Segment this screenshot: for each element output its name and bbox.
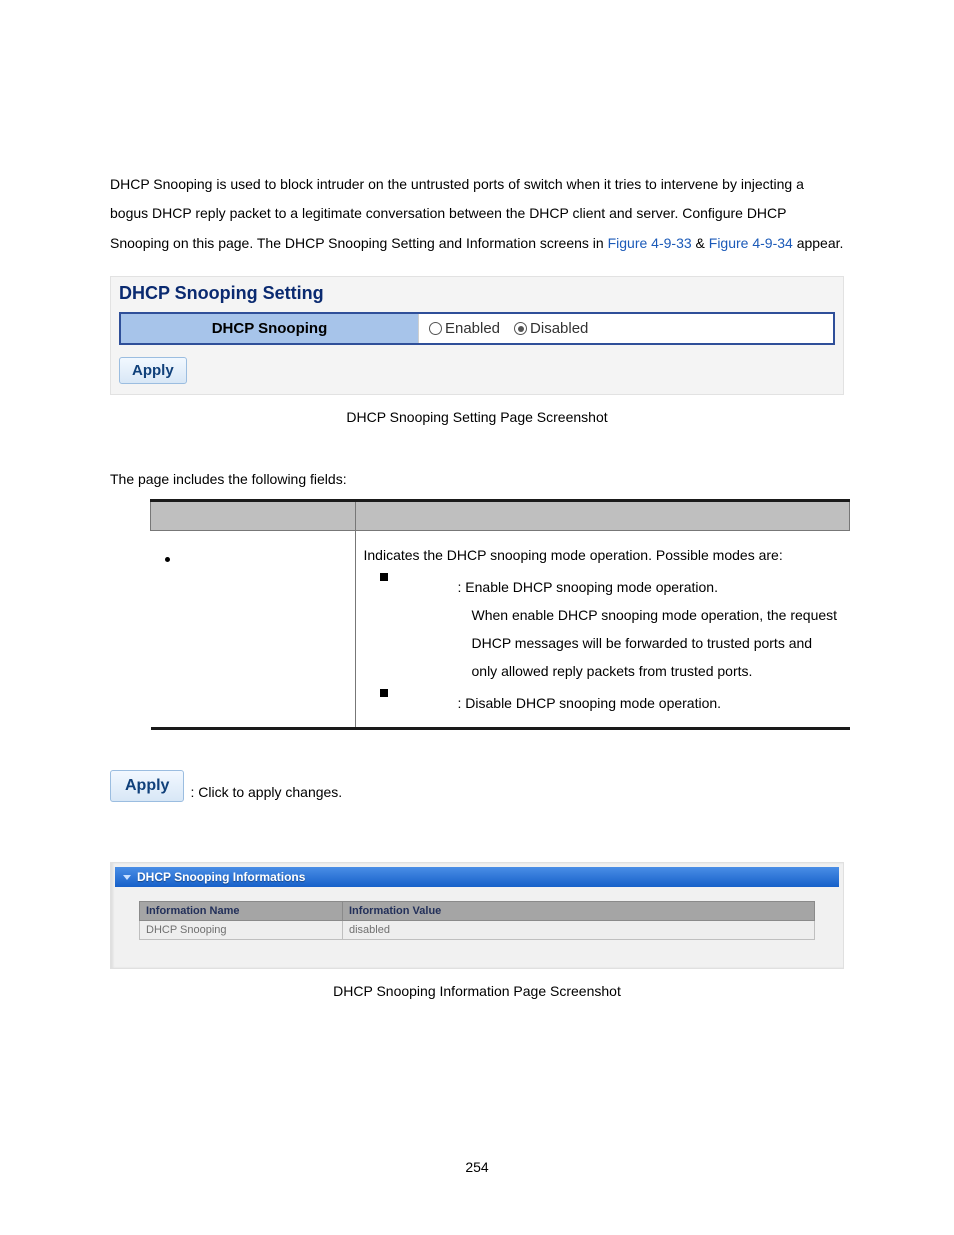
radio-circle-icon — [429, 322, 442, 335]
fields-header-object — [151, 501, 356, 531]
apply-description-text: : Click to apply changes. — [190, 784, 342, 802]
enable-text: : Enable DHCP snooping mode operation. — [458, 579, 718, 595]
square-bullet-icon — [380, 573, 388, 581]
apply-button[interactable]: Apply — [119, 357, 187, 384]
radio-enabled[interactable]: Enabled — [429, 320, 500, 337]
fields-desc-line: Indicates the DHCP snooping mode operati… — [364, 541, 842, 569]
radio-disabled-label: Disabled — [530, 320, 588, 337]
fields-description-cell: Indicates the DHCP snooping mode operati… — [355, 531, 850, 729]
dhcp-snooping-setting-panel: DHCP Snooping Setting DHCP Snooping Enab… — [110, 276, 844, 395]
chevron-down-icon — [123, 875, 131, 880]
info-panel-header[interactable]: DHCP Snooping Informations — [115, 867, 839, 887]
info-table: Information Name Information Value DHCP … — [139, 901, 815, 940]
page-number: 254 — [0, 1159, 954, 1175]
settings-panel-title: DHCP Snooping Setting — [111, 277, 843, 312]
info-panel-title: DHCP Snooping Informations — [137, 870, 305, 884]
radio-circle-checked-icon — [514, 322, 527, 335]
intro-paragraph: DHCP Snooping is used to block intruder … — [110, 170, 844, 258]
disable-text: : Disable DHCP snooping mode operation. — [458, 695, 722, 711]
intro-amp: & — [696, 235, 709, 251]
figure-caption-1: DHCP Snooping Setting Page Screenshot — [110, 409, 844, 425]
enable-extra: When enable DHCP snooping mode operation… — [402, 601, 842, 685]
apply-description-row: Apply : Click to apply changes. — [110, 770, 844, 802]
dhcp-snooping-info-panel: DHCP Snooping Informations Information N… — [110, 862, 844, 969]
info-row-value: disabled — [343, 921, 815, 940]
figure-caption-2: DHCP Snooping Information Page Screensho… — [110, 983, 844, 999]
figure-link-2[interactable]: Figure 4-9-34 — [709, 235, 793, 251]
info-row-name: DHCP Snooping — [140, 921, 343, 940]
apply-button-inline[interactable]: Apply — [110, 770, 184, 802]
settings-row-label: DHCP Snooping — [120, 313, 418, 344]
square-bullet-icon — [380, 689, 388, 697]
intro-part2: appear. — [797, 235, 844, 251]
info-col-name: Information Name — [140, 902, 343, 921]
dhcp-snooping-radio-group: Enabled Disabled — [429, 320, 823, 337]
fields-object-cell — [151, 531, 356, 729]
fields-header-description — [355, 501, 850, 531]
settings-table: DHCP Snooping Enabled Disabled — [119, 312, 835, 345]
radio-enabled-label: Enabled — [445, 320, 500, 337]
fields-table: Indicates the DHCP snooping mode operati… — [150, 499, 850, 730]
info-col-value: Information Value — [343, 902, 815, 921]
fields-intro: The page includes the following fields: — [110, 471, 844, 487]
figure-link-1[interactable]: Figure 4-9-33 — [608, 235, 692, 251]
radio-disabled[interactable]: Disabled — [514, 320, 588, 337]
bullet-icon — [165, 557, 170, 562]
